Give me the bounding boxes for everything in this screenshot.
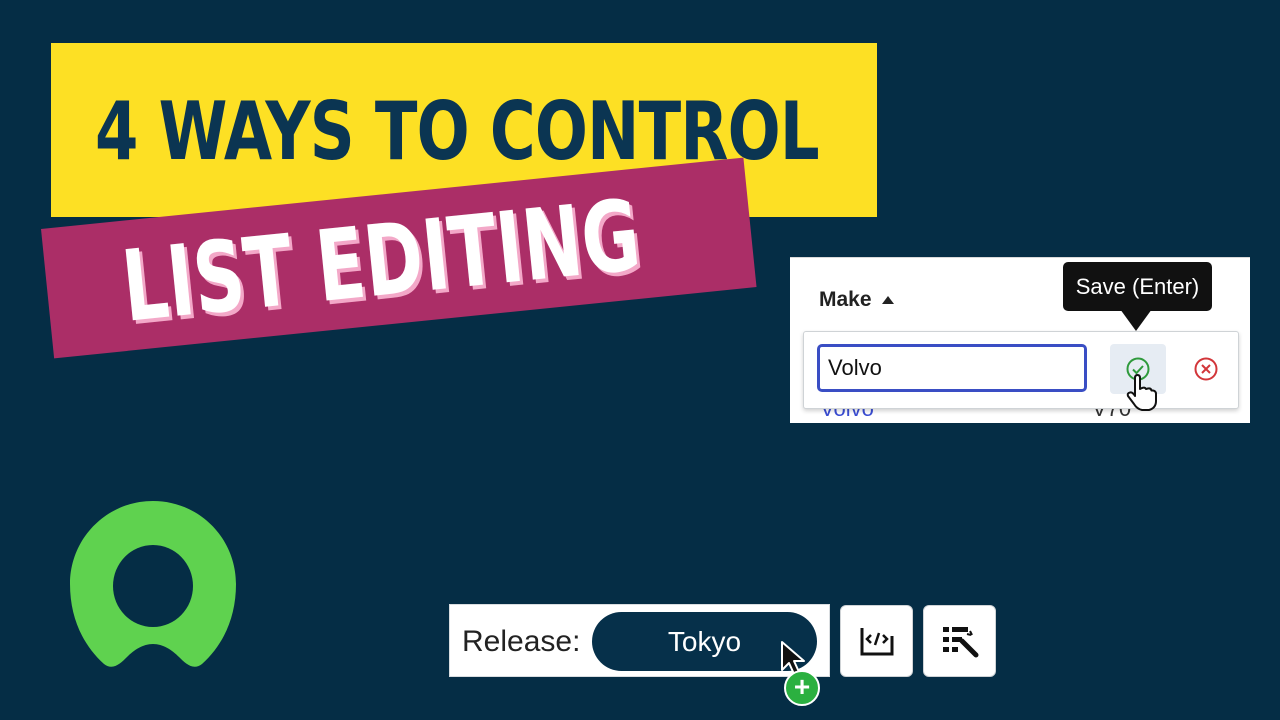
release-label: Release: [462, 625, 581, 658]
hand-pointer-icon [1126, 374, 1157, 411]
save-tooltip: Save (Enter) [1063, 262, 1212, 311]
code-icon [860, 628, 893, 656]
plus-badge-icon: + [784, 670, 820, 706]
script-editor-button[interactable] [840, 605, 913, 677]
inline-edit-input[interactable] [817, 344, 1087, 392]
release-picker-bar: Release: Tokyo [449, 604, 830, 677]
tooltip-pointer [1120, 309, 1152, 331]
servicenow-logo-icon [70, 501, 236, 667]
column-header-label: Make [819, 288, 872, 311]
column-header-make[interactable]: Make [819, 288, 894, 312]
list-control-button[interactable] [923, 605, 996, 677]
list-wand-icon [942, 627, 978, 658]
x-circle-icon [1194, 357, 1218, 381]
inline-edit-popup [803, 331, 1239, 409]
cancel-button[interactable] [1186, 344, 1226, 394]
sort-ascending-icon [881, 296, 894, 304]
